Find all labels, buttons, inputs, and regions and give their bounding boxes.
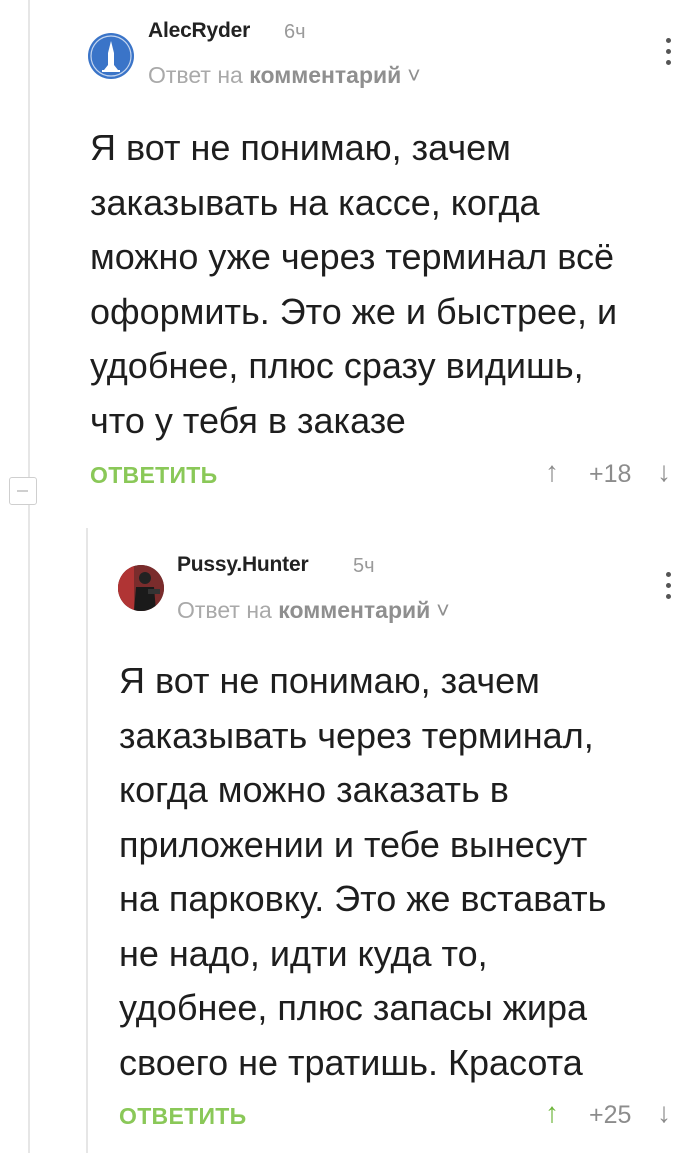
username[interactable]: AlecRyder [148,19,250,43]
rating-value: +25 [589,1101,632,1129]
reply-button[interactable]: ОТВЕТИТЬ [119,1103,246,1130]
rating-value: +18 [589,460,632,488]
comment-time: 6ч [284,21,306,43]
user-photo-icon [118,565,164,611]
reply-to-target: комментарий [278,597,431,623]
more-options-icon[interactable] [666,572,672,605]
comment-time: 5ч [353,555,375,577]
more-options-icon[interactable] [666,38,672,71]
reply-to-prefix: Ответ на [177,597,272,623]
username[interactable]: Pussy.Hunter [177,553,309,577]
reply-to-prefix: Ответ на [148,62,243,88]
reply-to-link[interactable]: Ответ на комментарий ˅ [148,62,421,89]
comment-alecryder: AlecRyder 6ч Ответ на комментарий ˅ Я вот… [0,0,700,505]
chevron-down-icon: ˅ [436,597,450,623]
upvote-icon[interactable]: ↑ [545,1097,559,1129]
rocket-logo-icon [90,35,132,77]
downvote-icon[interactable]: ↓ [657,1097,671,1129]
comment-text: Я вот не понимаю, зачем заказывать через… [119,660,607,1083]
reply-button[interactable]: ОТВЕТИТЬ [90,462,217,489]
avatar[interactable] [118,565,164,611]
comment-text: Я вот не понимаю, зачем заказывать на ка… [90,127,618,441]
reply-to-link[interactable]: Ответ на комментарий ˅ [177,597,450,624]
reply-to-target: комментарий [249,62,402,88]
upvote-icon[interactable]: ↑ [545,456,559,488]
downvote-icon[interactable]: ↓ [657,456,671,488]
avatar[interactable] [88,33,134,79]
comment-pussyhunter: Pussy.Hunter 5ч Ответ на комментарий ˅ Я … [0,540,700,1153]
chevron-down-icon: ˅ [407,62,421,88]
